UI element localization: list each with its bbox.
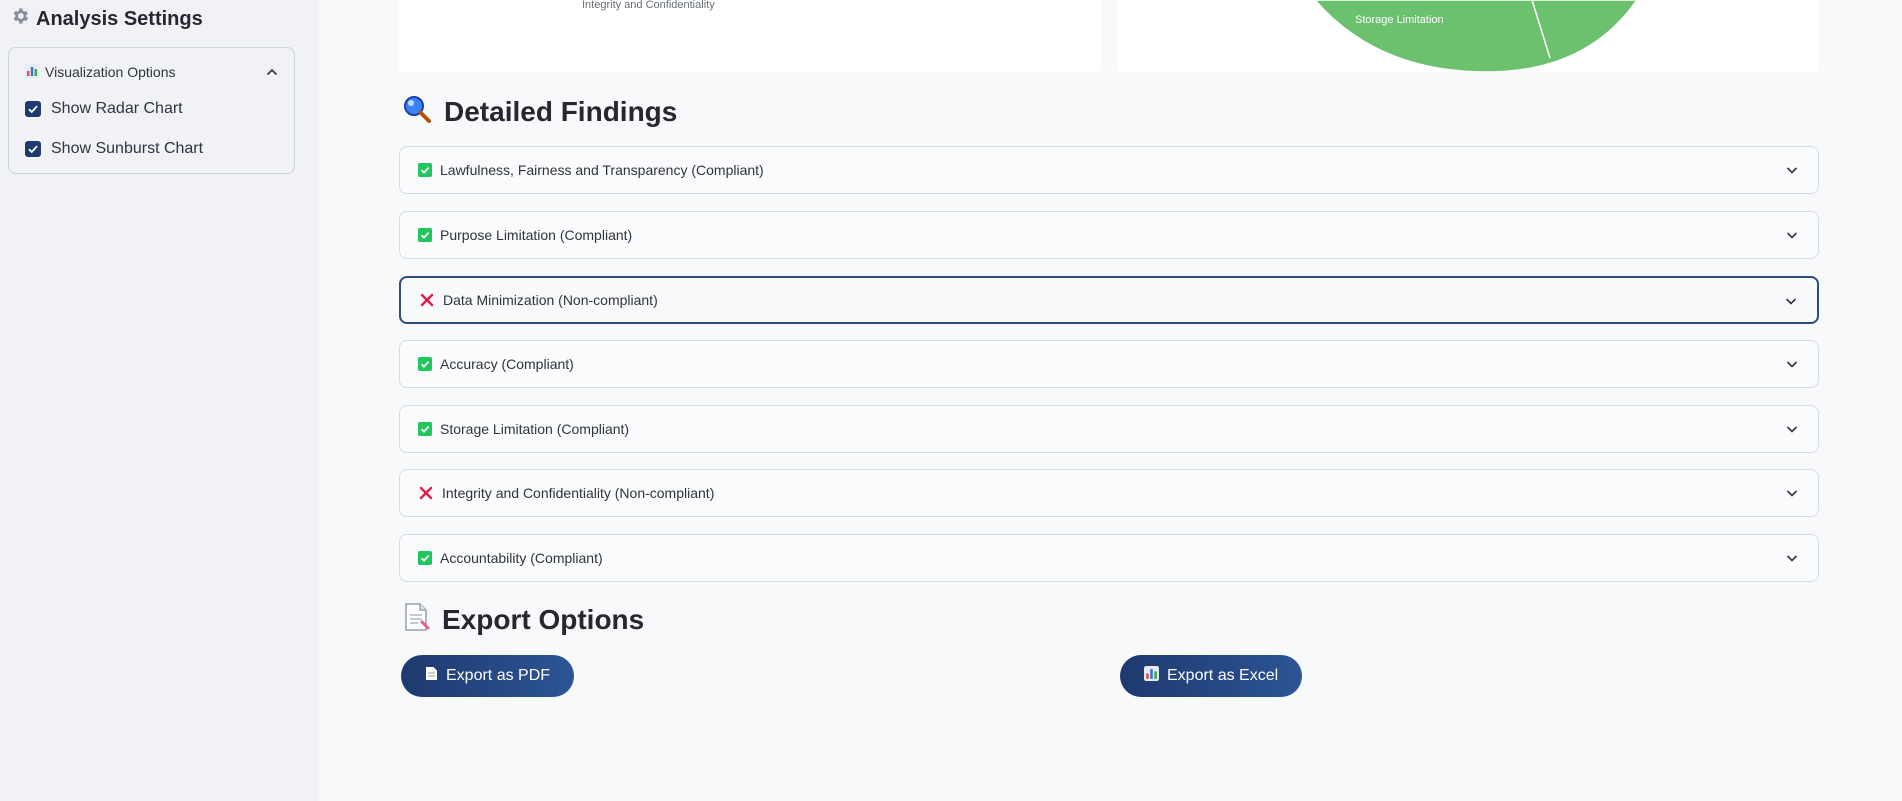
visualization-options-header[interactable]: Visualization Options xyxy=(25,61,280,83)
compliant-check-icon xyxy=(418,551,432,565)
show-radar-chart-label: Show Radar Chart xyxy=(51,100,183,117)
finding-integrity-confidentiality[interactable]: Integrity and Confidentiality (Non-compl… xyxy=(399,469,1819,517)
chevron-down-icon[interactable] xyxy=(1784,485,1800,501)
radar-axis-label: Integrity and Confidentiality xyxy=(582,0,715,11)
show-sunburst-chart-label: Show Sunburst Chart xyxy=(51,140,204,157)
non-compliant-cross-icon xyxy=(419,292,435,308)
sunburst-label-storage-limitation: Storage Limitation xyxy=(1355,14,1444,26)
finding-label: Purpose Limitation (Compliant) xyxy=(440,227,633,243)
sunburst-chart-card: Storage Limitation xyxy=(1117,0,1819,72)
export-excel-button[interactable]: Export as Excel xyxy=(1120,655,1303,697)
chevron-down-icon[interactable] xyxy=(1784,356,1800,372)
magnifier-icon xyxy=(402,94,432,131)
compliant-check-icon xyxy=(418,357,432,371)
detailed-findings-title: Detailed Findings xyxy=(402,94,677,130)
export-pdf-label: Export as PDF xyxy=(446,667,551,684)
chevron-down-icon[interactable] xyxy=(1784,421,1800,437)
show-sunburst-chart-checkbox-row[interactable]: Show Sunburst Chart xyxy=(25,137,203,161)
chevron-down-icon[interactable] xyxy=(1783,293,1799,309)
compliant-check-icon xyxy=(418,228,432,242)
finding-label: Accountability (Compliant) xyxy=(440,550,603,566)
chevron-down-icon[interactable] xyxy=(1784,162,1800,178)
export-pdf-button[interactable]: Export as PDF xyxy=(401,655,575,697)
finding-accountability[interactable]: Accountability (Compliant) xyxy=(399,534,1819,582)
chevron-down-icon[interactable] xyxy=(1784,550,1800,566)
finding-data-minimization[interactable]: Data Minimization (Non-compliant) xyxy=(399,276,1819,324)
compliant-check-icon xyxy=(418,163,432,177)
finding-label: Lawfulness, Fairness and Transparency (C… xyxy=(440,162,764,178)
chevron-up-icon[interactable] xyxy=(264,64,280,80)
non-compliant-cross-icon xyxy=(418,485,434,501)
detailed-findings-title-text: Detailed Findings xyxy=(444,96,678,127)
sidebar-title-text: Analysis Settings xyxy=(36,7,203,30)
chevron-down-icon[interactable] xyxy=(1784,227,1800,243)
bar-chart-icon xyxy=(25,63,39,81)
finding-label: Storage Limitation (Compliant) xyxy=(440,421,630,437)
finding-label: Accuracy (Compliant) xyxy=(440,356,574,372)
finding-accuracy[interactable]: Accuracy (Compliant) xyxy=(399,340,1819,388)
finding-purpose-limitation[interactable]: Purpose Limitation (Compliant) xyxy=(399,211,1819,259)
export-options-title: Export Options xyxy=(402,602,644,638)
finding-storage-limitation[interactable]: Storage Limitation (Compliant) xyxy=(399,405,1819,453)
sunburst-segment xyxy=(1314,0,1638,72)
export-excel-label: Export as Excel xyxy=(1167,667,1279,684)
visualization-options-expander: Visualization Options Show Radar Chart S… xyxy=(8,47,295,174)
show-radar-chart-checkbox[interactable] xyxy=(25,101,41,117)
sidebar-title: Analysis Settings xyxy=(10,6,203,32)
expander-label: Visualization Options xyxy=(45,64,176,80)
compliant-check-icon xyxy=(418,422,432,436)
finding-lawfulness-fairness-transparency[interactable]: Lawfulness, Fairness and Transparency (C… xyxy=(399,146,1819,194)
bar-chart-icon xyxy=(1144,666,1159,686)
sidebar: Analysis Settings Visualization Options … xyxy=(0,0,319,801)
gear-icon xyxy=(10,6,30,32)
radar-chart-card: Integrity and Confidentiality xyxy=(399,0,1101,72)
page-icon xyxy=(425,666,438,686)
export-options-title-text: Export Options xyxy=(442,604,645,635)
main-content: Integrity and Confidentiality Storage Li… xyxy=(319,0,1902,801)
sunburst-segment-divider-left xyxy=(1308,0,1318,9)
document-icon xyxy=(402,602,430,639)
show-radar-chart-checkbox-row[interactable]: Show Radar Chart xyxy=(25,97,183,121)
finding-label: Data Minimization (Non-compliant) xyxy=(443,292,658,308)
sunburst-chart: Storage Limitation xyxy=(1308,0,1638,72)
show-sunburst-chart-checkbox[interactable] xyxy=(25,141,41,157)
finding-label: Integrity and Confidentiality (Non-compl… xyxy=(442,485,715,501)
